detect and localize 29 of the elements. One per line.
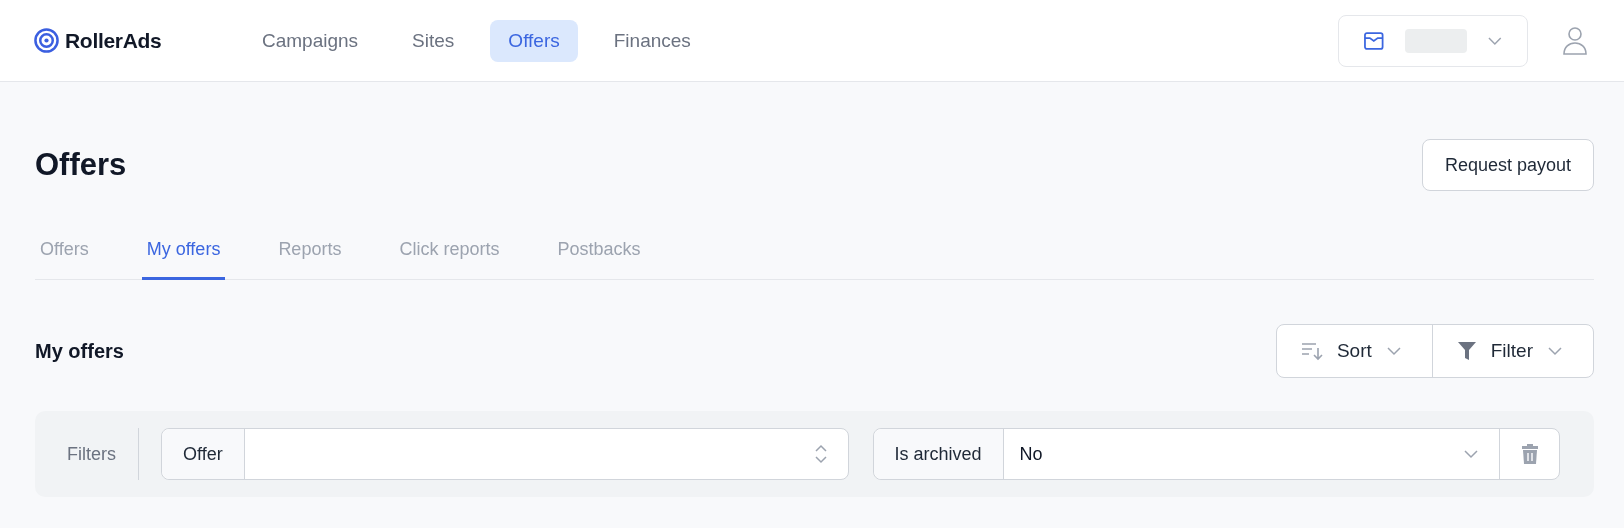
user-icon[interactable] (1562, 24, 1588, 57)
nav-item[interactable]: Campaigns (244, 19, 377, 62)
trash-icon (1520, 443, 1539, 465)
page-title: Offers (35, 147, 127, 183)
nav-item[interactable]: Offers (490, 19, 578, 62)
sort-button[interactable]: Sort (1276, 325, 1432, 377)
tab[interactable]: My offers (141, 225, 226, 280)
nav-item[interactable]: Finances (595, 19, 709, 62)
field-value: No (1019, 443, 1043, 465)
chevron-down-icon (1463, 449, 1479, 459)
chevron-down-icon (1547, 346, 1563, 356)
request-payout-button[interactable]: Request payout (1421, 139, 1594, 191)
filter-field[interactable]: Is archived No (872, 428, 1560, 480)
up-down-icon (813, 443, 828, 465)
field-label: Is archived (873, 429, 1004, 479)
sort-icon (1300, 341, 1323, 361)
wallet-icon (1363, 29, 1385, 52)
account-selector[interactable] (1338, 14, 1528, 67)
section-title: My offers (35, 339, 124, 363)
filter-field[interactable]: Offer (161, 428, 849, 480)
logo-icon (34, 28, 59, 53)
chevron-down-icon (1487, 35, 1503, 46)
field-label: Offer (162, 429, 245, 479)
filters-label: Filters (67, 428, 139, 480)
funnel-icon (1456, 340, 1477, 362)
filter-button[interactable]: Filter (1431, 325, 1593, 377)
nav-item[interactable]: Sites (394, 19, 473, 62)
chevron-down-icon (1385, 346, 1402, 356)
logo-text: RollerAds (65, 28, 162, 53)
